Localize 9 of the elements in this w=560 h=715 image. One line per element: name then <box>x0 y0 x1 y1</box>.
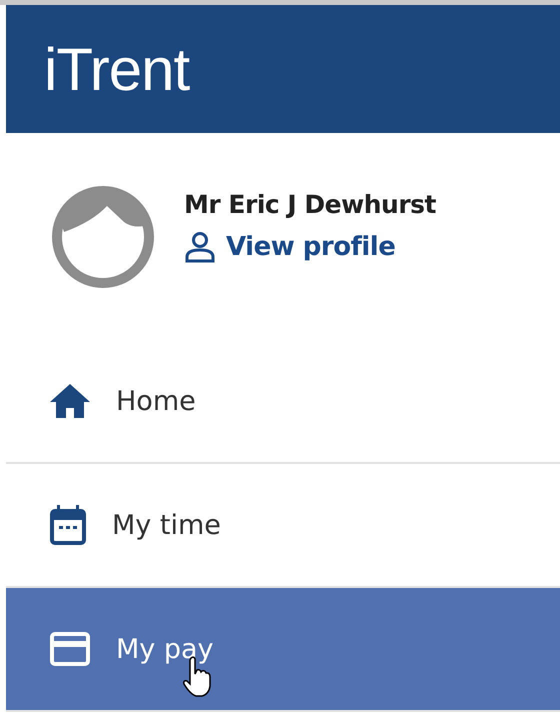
person-icon <box>184 231 216 263</box>
view-profile-link[interactable]: View profile <box>184 231 436 263</box>
home-icon <box>50 384 90 418</box>
logo[interactable]: iTrent <box>44 34 190 104</box>
calendar-icon <box>50 505 86 545</box>
nav-item[interactable]: My pay <box>6 588 560 712</box>
avatar-icon <box>52 186 154 288</box>
user-name: Mr Eric J Dewhurst <box>184 190 436 219</box>
card-icon <box>50 632 90 666</box>
